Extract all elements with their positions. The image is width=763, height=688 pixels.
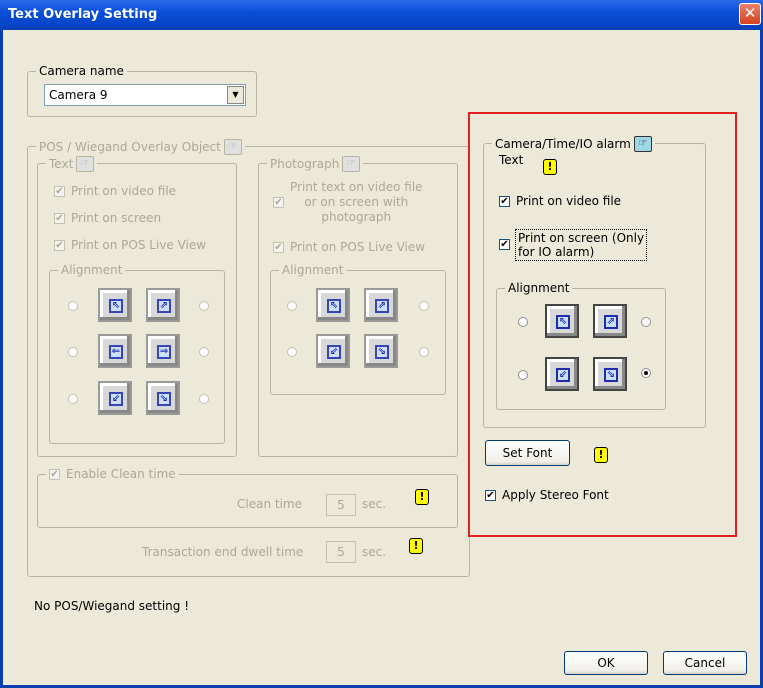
photo-print-live-checkbox[interactable]: ✔ Print on POS Live View	[273, 240, 425, 254]
alignment-label: Alignment	[58, 263, 126, 277]
camera-select[interactable]: Camera 9 ▼	[44, 84, 246, 106]
arrow-nw-icon: ⇖	[327, 299, 341, 313]
clean-time-input[interactable]: 5	[326, 494, 356, 516]
camera-select-value: Camera 9	[49, 88, 108, 102]
photo-alignment-group: Alignment	[270, 263, 446, 395]
cancel-button[interactable]: Cancel	[663, 651, 747, 675]
pos-wiegand-label: POS / Wiegand Overlay Object	[39, 140, 221, 154]
pos-print-screen-checkbox[interactable]: ✔ Print on screen	[54, 211, 161, 225]
dwell-time-input[interactable]: 5	[326, 541, 356, 563]
dwell-time-label: Transaction end dwell time	[142, 545, 304, 559]
align-mid-left-button[interactable]: ⇐	[98, 334, 132, 368]
alignment-label: Alignment	[279, 263, 347, 277]
photo-align-top-right-button[interactable]: ⇗	[364, 288, 398, 322]
close-icon: ✕	[743, 4, 757, 22]
arrow-sw-icon: ⇙	[109, 392, 123, 406]
arrow-sw-icon: ⇙	[327, 345, 341, 359]
check-icon: ✔	[273, 197, 284, 208]
photo-align-radio-bottom-left[interactable]	[287, 347, 297, 357]
ok-button[interactable]: OK	[564, 651, 648, 675]
align-radio-mid-left[interactable]	[68, 347, 78, 357]
arrow-w-icon: ⇐	[109, 345, 123, 359]
photo-align-radio-bottom-right[interactable]	[419, 347, 429, 357]
warning-icon[interactable]: !	[409, 538, 423, 554]
photo-align-top-left-button[interactable]: ⇖	[316, 288, 350, 322]
hand-pointer-icon[interactable]: ☞	[342, 156, 361, 172]
title-bar: Text Overlay Setting ✕	[0, 0, 763, 30]
dwell-time-sec-label: sec.	[362, 545, 387, 559]
align-radio-mid-right[interactable]	[199, 347, 209, 357]
check-icon: ✔	[54, 186, 65, 197]
pos-print-live-checkbox[interactable]: ✔ Print on POS Live View	[54, 238, 206, 252]
align-radio-top-left[interactable]	[68, 301, 78, 311]
align-bottom-right-button[interactable]: ⇘	[146, 381, 180, 415]
arrow-se-icon: ⇘	[375, 345, 389, 359]
window-border-left	[0, 30, 3, 688]
check-icon: ✔	[54, 240, 65, 251]
arrow-nw-icon: ⇖	[109, 299, 123, 313]
enable-clean-time-checkbox[interactable]: ✔ Enable Clean time	[49, 467, 176, 481]
warning-icon[interactable]: !	[415, 489, 429, 505]
clean-time-sec-label: sec.	[362, 497, 387, 511]
camera-name-label: Camera name	[36, 64, 127, 78]
align-bottom-left-button[interactable]: ⇙	[98, 381, 132, 415]
pos-text-label: Text	[49, 157, 74, 171]
align-top-right-button[interactable]: ⇗	[146, 288, 180, 322]
window-title: Text Overlay Setting	[8, 7, 158, 22]
align-top-left-button[interactable]: ⇖	[98, 288, 132, 322]
arrow-ne-icon: ⇗	[375, 299, 389, 313]
check-icon: ✔	[273, 242, 284, 253]
align-radio-top-right[interactable]	[199, 301, 209, 311]
chevron-down-icon[interactable]: ▼	[227, 86, 244, 104]
hand-pointer-icon[interactable]: ☞	[76, 156, 95, 172]
close-button[interactable]: ✕	[739, 3, 761, 25]
arrow-se-icon: ⇘	[157, 392, 171, 406]
align-radio-bottom-right[interactable]	[199, 394, 209, 404]
hand-pointer-icon[interactable]: ☞	[223, 139, 242, 155]
pos-print-video-checkbox[interactable]: ✔ Print on video file	[54, 184, 176, 198]
highlight-box	[468, 112, 737, 537]
align-mid-right-button[interactable]: ⇒	[146, 334, 180, 368]
align-radio-bottom-left[interactable]	[68, 394, 78, 404]
photo-align-bottom-right-button[interactable]: ⇘	[364, 334, 398, 368]
photograph-label: Photograph	[270, 157, 340, 171]
pos-text-alignment-group: Alignment	[49, 263, 225, 444]
status-text: No POS/Wiegand setting !	[34, 599, 190, 613]
check-icon: ✔	[54, 213, 65, 224]
photo-align-radio-top-left[interactable]	[287, 301, 297, 311]
photo-align-radio-top-right[interactable]	[419, 301, 429, 311]
clean-time-label: Clean time	[237, 497, 302, 511]
arrow-e-icon: ⇒	[157, 345, 171, 359]
photo-align-bottom-left-button[interactable]: ⇙	[316, 334, 350, 368]
check-icon: ✔	[49, 469, 60, 480]
arrow-ne-icon: ⇗	[157, 299, 171, 313]
photo-print-text-checkbox[interactable]: ✔ Print text on video file or on screen …	[273, 180, 423, 225]
